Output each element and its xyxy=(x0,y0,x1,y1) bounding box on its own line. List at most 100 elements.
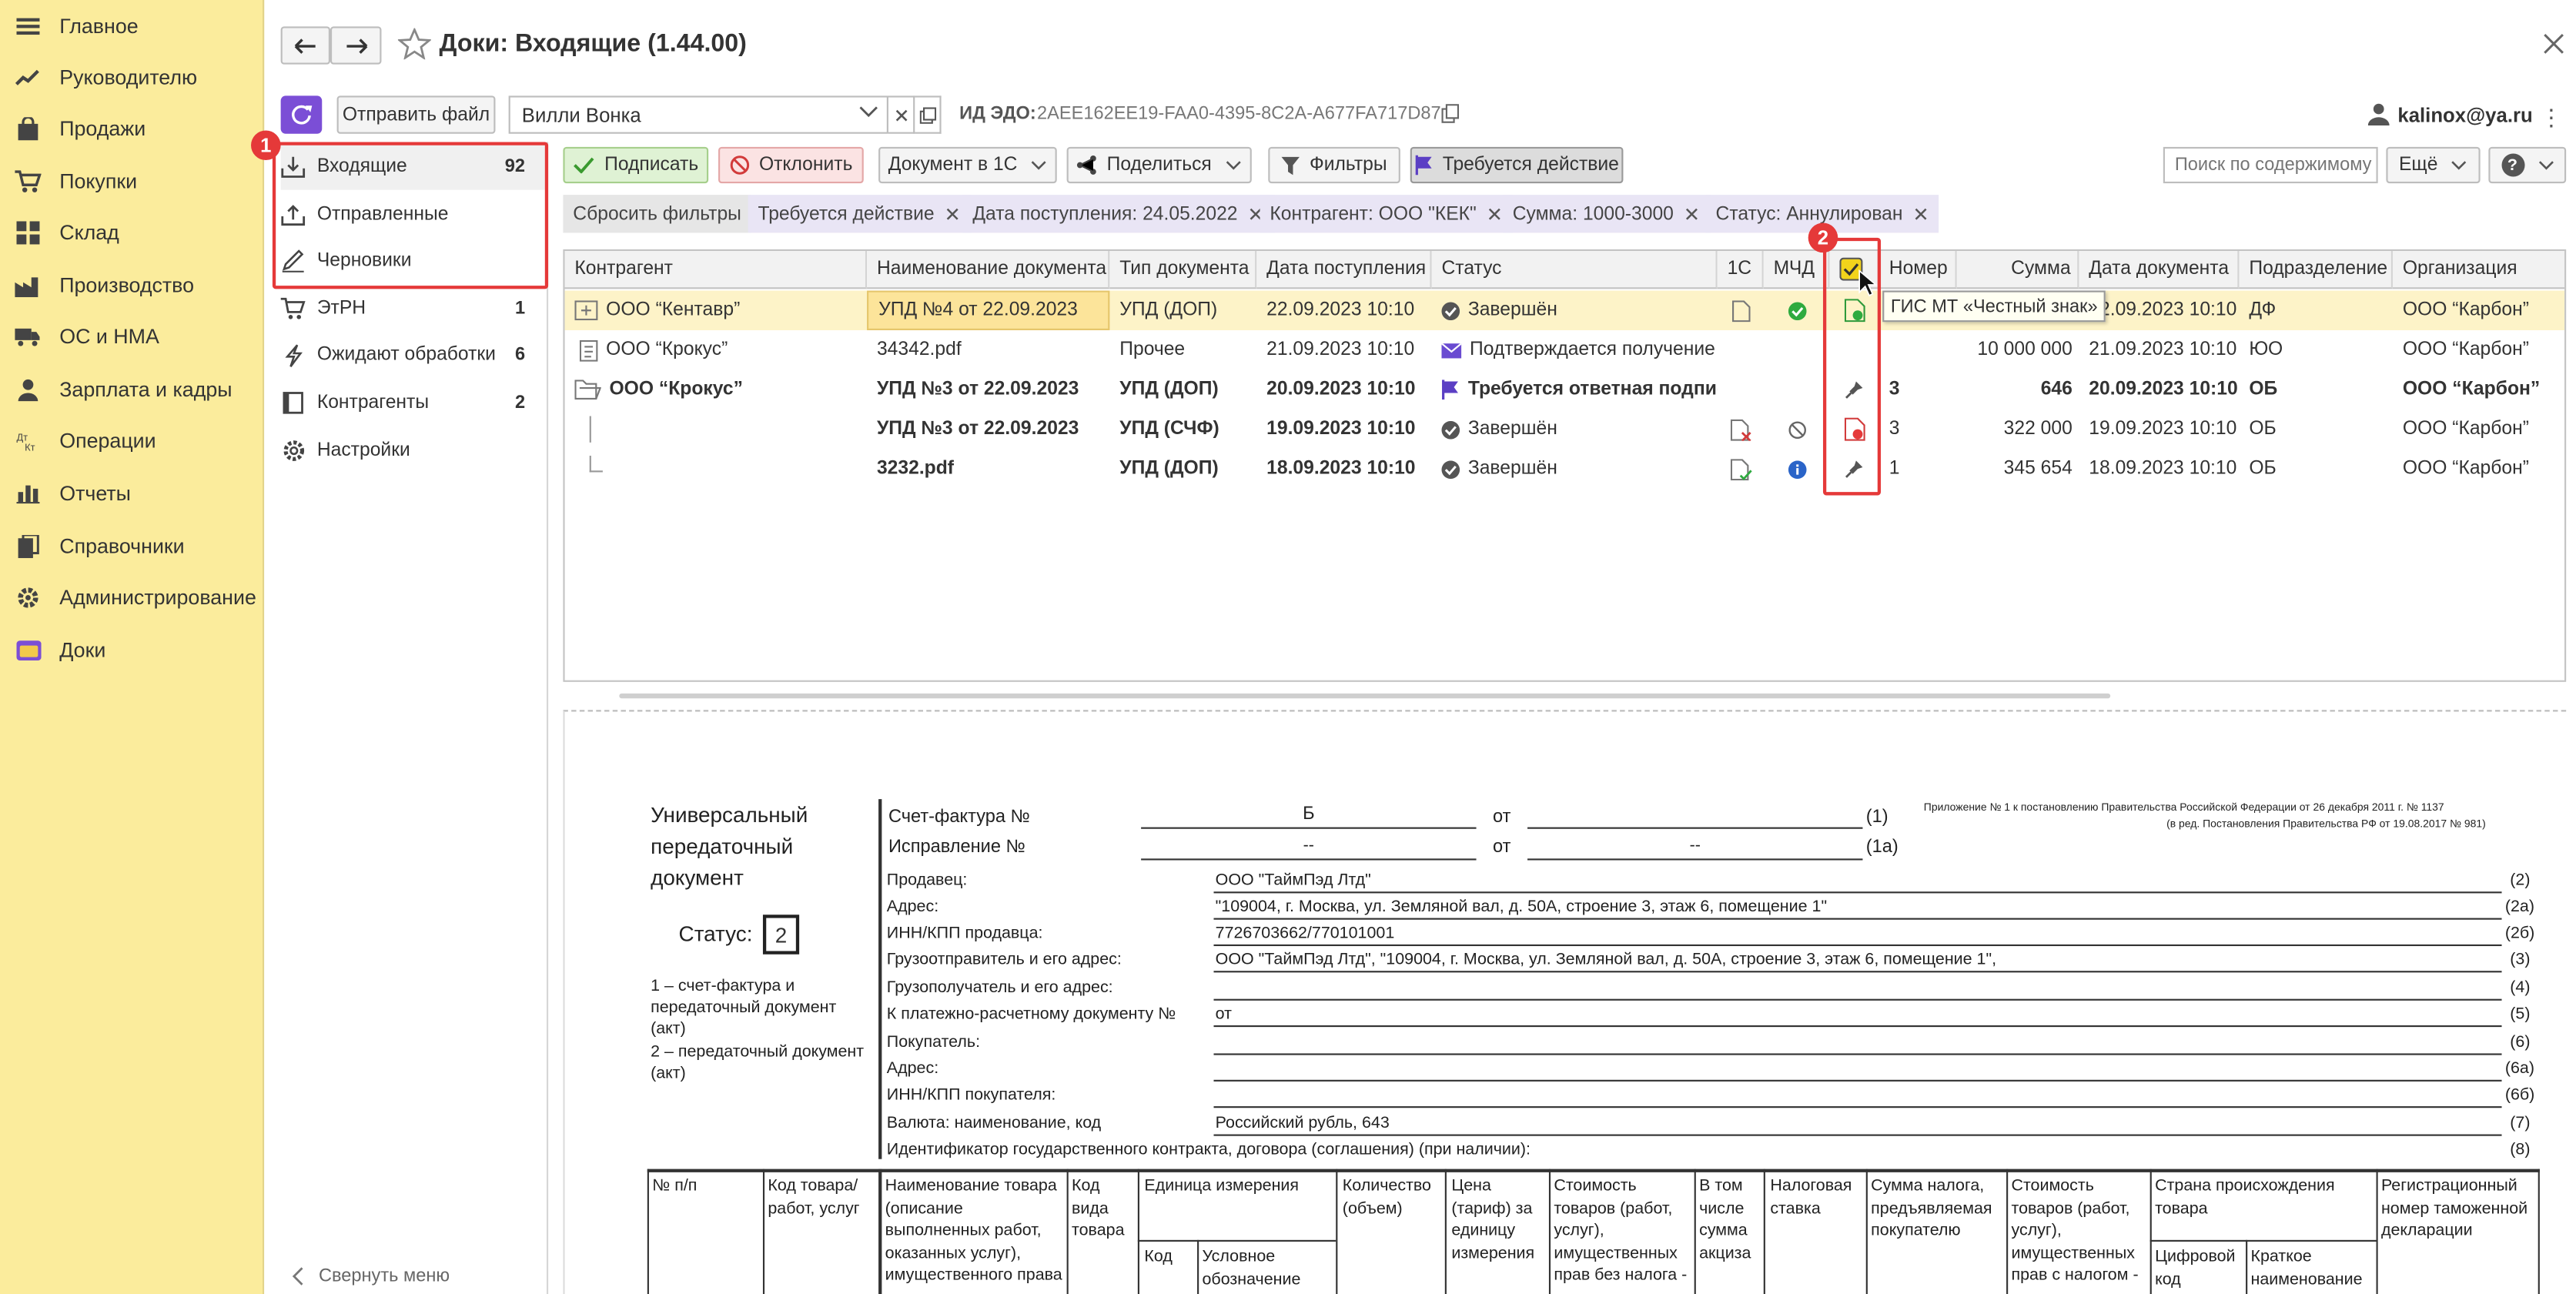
doc-field-label: ИНН/КПП покупателя: xyxy=(886,1086,1056,1105)
nav-item-admin[interactable]: Администрирование xyxy=(0,571,264,622)
close-icon[interactable]: ✕ xyxy=(1912,202,1929,226)
close-icon xyxy=(895,109,907,121)
doc-table-border xyxy=(2149,1239,2377,1242)
doc-status-value: 2 xyxy=(762,914,800,955)
nav-item-reference[interactable]: Справочники xyxy=(0,520,264,571)
counterparty-value: Вилли Вонка xyxy=(521,103,641,127)
cell-docname[interactable]: УПД №3 от 22.09.2023 xyxy=(867,369,1109,409)
col-header[interactable]: 1С xyxy=(1717,251,1764,289)
doc-1c-label: Документ в 1С xyxy=(888,155,1018,176)
doc-annex: Приложение № 1 к постановлению Правитель… xyxy=(1923,802,2444,814)
filter-chip[interactable]: Сумма: 1000-3000 ✕ xyxy=(1502,195,1711,233)
cell-docname[interactable]: 34342.pdf xyxy=(867,330,1109,369)
col-header[interactable]: Номер xyxy=(1878,251,1957,289)
nav-item-doki[interactable]: Доки xyxy=(0,624,264,675)
nav-item-reports[interactable]: Отчеты xyxy=(0,467,264,518)
counterparty-select[interactable]: Вилли Вонка xyxy=(508,95,888,134)
nav-item-assets[interactable]: ОС и НМА xyxy=(0,310,264,361)
sidebar-item-pending[interactable]: Ожидают обработки 6 xyxy=(281,332,545,378)
onec-error-icon[interactable] xyxy=(1718,410,1764,449)
cell-docname[interactable]: УПД №3 от 22.09.2023 xyxy=(867,410,1109,449)
table-row[interactable]: УПД №3 от 22.09.2023 УПД (СЧФ) 19.09.202… xyxy=(565,410,2564,449)
more-button[interactable]: Ещё xyxy=(2386,146,2481,184)
doc-field-code: (6а) xyxy=(2504,1060,2534,1078)
sidebar-item-etrn[interactable]: ЭтРН 1 xyxy=(280,286,545,332)
cell-docname[interactable]: УПД №4 от 22.09.2023 xyxy=(867,290,1110,330)
close-icon[interactable]: ✕ xyxy=(944,202,961,226)
reset-filters-button[interactable]: Сбросить фильтры xyxy=(563,195,751,233)
sidebar-item-settings[interactable]: Настройки xyxy=(281,428,545,474)
cell-date-doc: 21.09.2023 10:10 xyxy=(2089,339,2237,360)
cell-counterparty xyxy=(565,410,868,449)
clear-button[interactable] xyxy=(888,95,915,134)
close-icon[interactable] xyxy=(2543,33,2564,55)
table-row[interactable]: ООО “Крокус” 34342.pdf Прочее 21.09.2023… xyxy=(565,330,2564,369)
doc-invoice-no: Б xyxy=(1303,804,1315,824)
open-button[interactable] xyxy=(915,95,942,134)
sidebar-item-contractors[interactable]: Контрагенты 2 xyxy=(281,380,545,426)
cell-doctype: УПД (ДОП) xyxy=(1119,459,1219,480)
doc-underline xyxy=(1213,998,2502,1001)
col-header[interactable]: Наименование документа xyxy=(867,251,1110,289)
nav-item-operations[interactable]: Дт Кт Операции xyxy=(0,414,264,465)
action-required-toggle[interactable]: Требуется действие xyxy=(1410,146,1624,184)
scrollbar[interactable] xyxy=(619,693,2111,699)
col-header[interactable]: Сумма xyxy=(1956,251,2079,289)
col-header[interactable]: Контрагент xyxy=(564,251,868,289)
reject-button[interactable]: Отклонить xyxy=(718,146,864,184)
forward-button[interactable] xyxy=(330,26,382,65)
nav-item-manager[interactable]: Руководителю xyxy=(0,51,264,102)
col-header[interactable]: Тип документа xyxy=(1109,251,1257,289)
onec-doc-icon[interactable] xyxy=(1718,291,1764,330)
collapse-menu-button[interactable]: Свернуть меню xyxy=(291,1266,450,1286)
share-button[interactable]: Поделиться xyxy=(1066,146,1252,184)
doc-subcol-header: Краткое наименование xyxy=(2250,1248,2363,1289)
filter-icon xyxy=(1281,155,1300,175)
col-header[interactable]: Статус xyxy=(1431,251,1718,289)
help-button[interactable]: ? xyxy=(2488,146,2567,184)
cell-doctype: Прочее xyxy=(1119,339,1186,360)
back-button[interactable] xyxy=(280,26,330,65)
table-row[interactable]: ООО “Кентавр” УПД №4 от 22.09.2023 УПД (… xyxy=(564,290,2565,330)
col-header[interactable]: Дата поступления xyxy=(1256,251,1432,289)
sign-button[interactable]: Подписать xyxy=(563,146,709,184)
nav-label: Доки xyxy=(59,638,106,662)
filter-chip[interactable]: Требуется действие ✕ xyxy=(748,195,971,233)
cell-date-in: 20.09.2023 10:10 xyxy=(1266,380,1416,400)
nav-item-salary[interactable]: Зарплата и кадры xyxy=(0,363,264,414)
user-name[interactable]: kalinox@ya.ru xyxy=(2397,104,2532,127)
doc-underline xyxy=(1213,1134,2502,1136)
doc-1c-button[interactable]: Документ в 1С xyxy=(878,146,1057,184)
send-file-button[interactable]: Отправить файл xyxy=(336,95,496,134)
nav-item-production[interactable]: Производство xyxy=(0,259,264,310)
left-nav: Главное Руководителю Продажи Покупки Скл… xyxy=(0,0,265,1294)
nav-item-sales[interactable]: Продажи xyxy=(0,102,264,153)
search-input[interactable] xyxy=(2163,146,2378,184)
table-row[interactable]: ООО “Крокус” УПД №3 от 22.09.2023 УПД (Д… xyxy=(565,369,2564,409)
col-header[interactable]: МЧД xyxy=(1763,251,1830,289)
nav-item-main[interactable]: Главное xyxy=(0,0,264,51)
doc-correction-no: -- xyxy=(1303,837,1314,856)
chevron-down-icon[interactable] xyxy=(858,105,878,119)
table-row[interactable]: 3232.pdf УПД (ДОП) 18.09.2023 10:10 Заве… xyxy=(565,449,2564,488)
col-header[interactable]: Организация xyxy=(2392,251,2565,289)
status-text: Подтверждается получение xyxy=(1469,339,1715,360)
nav-item-warehouse[interactable]: Склад xyxy=(0,206,264,257)
folder-plus-icon xyxy=(574,300,598,321)
edo-label: ИД ЭДО: xyxy=(959,104,1036,124)
doc-legend: 1 – счет-фактура и xyxy=(651,977,795,996)
refresh-button[interactable] xyxy=(280,95,323,134)
filter-chip[interactable]: Контрагент: ООО "КЕК" ✕ xyxy=(1260,195,1514,233)
onec-ok-icon[interactable] xyxy=(1718,449,1764,488)
col-header[interactable]: Подразделение xyxy=(2239,251,2393,289)
filter-chip[interactable]: Дата поступления: 24.05.2022 ✕ xyxy=(962,195,1274,233)
cell-docname[interactable]: 3232.pdf xyxy=(867,449,1109,488)
filters-button[interactable]: Фильтры xyxy=(1268,146,1400,184)
more-vert-icon[interactable]: ⋮ xyxy=(2540,104,2563,132)
nav-item-purchases[interactable]: Покупки xyxy=(0,155,264,206)
star-icon[interactable] xyxy=(397,28,431,60)
copy-icon[interactable] xyxy=(1441,104,1460,124)
close-icon[interactable]: ✕ xyxy=(1684,202,1701,226)
close-icon[interactable]: ✕ xyxy=(1487,202,1504,226)
col-header[interactable]: Дата документа xyxy=(2079,251,2240,289)
